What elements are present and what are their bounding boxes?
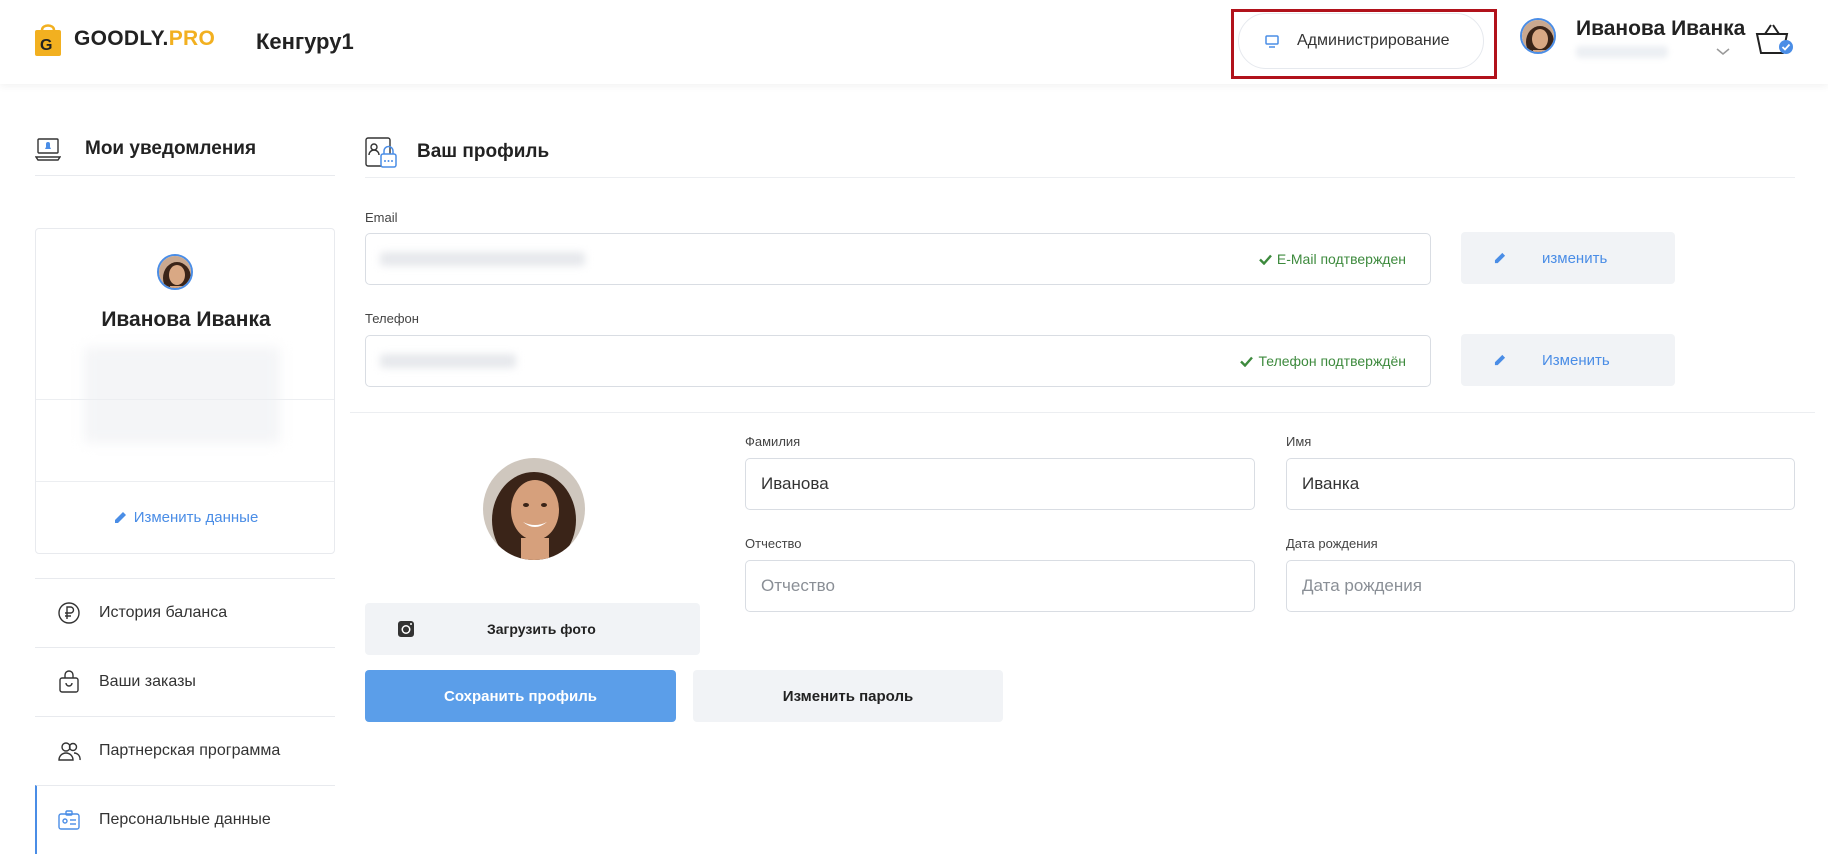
check-icon (1240, 356, 1254, 367)
divider (36, 399, 334, 400)
check-icon (1259, 254, 1272, 265)
firstname-label: Имя (1286, 434, 1312, 449)
profile-avatar (157, 254, 193, 290)
email-value-blurred (380, 252, 585, 266)
monitor-icon (1265, 34, 1279, 48)
patronymic-input[interactable] (745, 560, 1255, 612)
email-verified-label: E-Mail подтвержден (1276, 251, 1406, 267)
phone-field[interactable]: Телефон подтверждён (365, 335, 1431, 387)
change-email-label: изменить (1542, 249, 1608, 267)
phone-verified-status: Телефон подтверждён (1240, 353, 1406, 369)
sidebar-item-personal-data[interactable]: Персональные данные (35, 785, 335, 854)
profile-card: Иванова Иванка Изменить данные (35, 228, 335, 554)
user-avatar[interactable] (1520, 18, 1556, 54)
avatar-face-icon (159, 256, 191, 288)
birthdate-label: Дата рождения (1286, 536, 1378, 551)
change-password-button[interactable]: Изменить пароль (693, 670, 1003, 722)
top-header: G GOODLY.PRO Кенгуру1 Администрирование … (0, 0, 1828, 84)
edit-data-link[interactable]: Изменить данные (36, 509, 336, 526)
sidebar-item-orders[interactable]: Ваши заказы (35, 647, 335, 716)
patronymic-label: Отчество (745, 536, 802, 551)
shop-name: Кенгуру1 (256, 29, 354, 54)
sidebar: Мои уведомления Иванова Иванка Изменить … (35, 130, 335, 854)
laptop-bell-icon (35, 137, 61, 161)
sidebar-item-partner-program[interactable]: Партнерская программа (35, 716, 335, 785)
pencil-icon (114, 512, 126, 523)
brand-name: GOODLY.PRO (74, 27, 216, 50)
divider (36, 481, 334, 482)
upload-photo-label: Загрузить фото (487, 621, 596, 637)
sidebar-item-label: Партнерская программа (99, 742, 281, 759)
pencil-icon (1494, 354, 1506, 366)
divider (350, 412, 1815, 413)
svg-text:G: G (40, 37, 52, 54)
profile-header: Ваш профиль (365, 130, 1795, 178)
profile-name: Иванова Иванка (101, 308, 271, 331)
ruble-icon (58, 602, 80, 624)
sidebar-item-label: Персональные данные (99, 811, 271, 828)
users-icon (58, 742, 81, 761)
change-email-button[interactable]: изменить (1461, 232, 1675, 284)
save-profile-button[interactable]: Сохранить профиль (365, 670, 676, 722)
phone-verified-label: Телефон подтверждён (1258, 353, 1406, 369)
email-verified-status: E-Mail подтвержден (1259, 251, 1406, 267)
bag-icon (59, 670, 79, 693)
birthdate-input[interactable] (1286, 560, 1795, 612)
profile-details-blurred (84, 347, 280, 443)
email-label: Email (365, 210, 398, 225)
notifications-title: Мои уведомления (85, 137, 257, 159)
edit-data-label: Изменить данные (133, 509, 259, 526)
lastname-input[interactable] (745, 458, 1255, 510)
profile-photo-image (483, 458, 585, 560)
change-phone-button[interactable]: Изменить (1461, 334, 1675, 386)
main-content: Ваш профиль Email E-Mail подтвержден изм… (350, 130, 1815, 722)
profile-title: Ваш профиль (417, 140, 550, 162)
profile-photo (483, 458, 585, 560)
user-subtitle-blurred (1576, 46, 1668, 58)
sidebar-item-label: История баланса (99, 604, 228, 621)
phone-value-blurred (380, 354, 516, 368)
sidebar-item-label: Ваши заказы (99, 673, 196, 690)
avatar-face-icon (1522, 20, 1554, 52)
phone-label: Телефон (365, 311, 419, 326)
basket-icon[interactable] (1754, 22, 1794, 56)
chevron-down-icon[interactable] (1716, 48, 1730, 56)
pencil-icon (1494, 252, 1506, 264)
lastname-label: Фамилия (745, 434, 801, 449)
administration-label: Администрирование (1297, 32, 1450, 49)
administration-button[interactable]: Администрирование (1238, 13, 1484, 69)
user-name[interactable]: Иванова Иванка (1576, 17, 1745, 41)
shopping-bag-logo-icon: G (35, 24, 61, 56)
email-field[interactable]: E-Mail подтвержден (365, 233, 1431, 285)
id-card-icon (58, 810, 80, 830)
upload-photo-button[interactable]: Загрузить фото (365, 603, 700, 655)
firstname-input[interactable] (1286, 458, 1795, 510)
sidebar-menu: История баланса Ваши заказы Партнерская … (35, 578, 335, 854)
sidebar-item-balance-history[interactable]: История баланса (35, 578, 335, 647)
logo[interactable]: G GOODLY.PRO (35, 22, 215, 56)
camera-icon (398, 621, 414, 637)
change-phone-label: Изменить (1542, 351, 1610, 369)
notifications-header[interactable]: Мои уведомления (35, 130, 335, 176)
profile-lock-icon (365, 136, 397, 168)
